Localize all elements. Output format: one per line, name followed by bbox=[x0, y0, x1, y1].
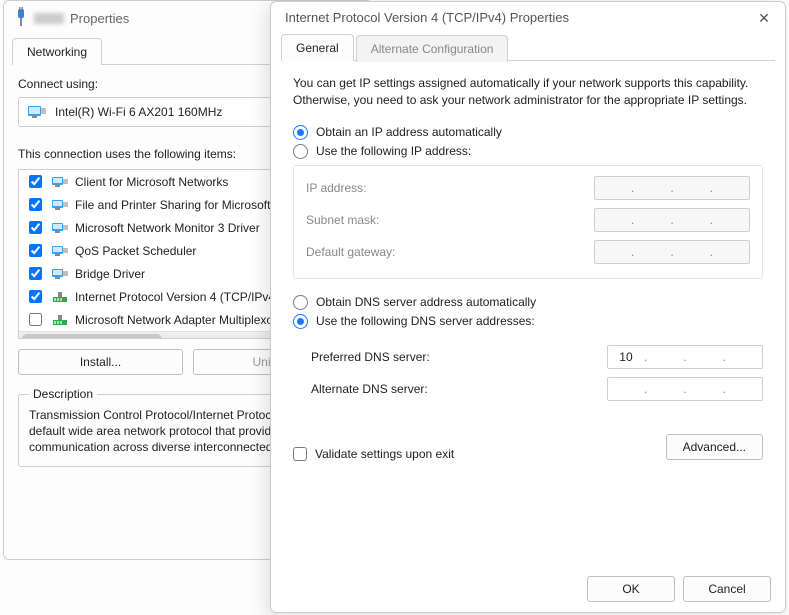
alternate-dns-label: Alternate DNS server: bbox=[311, 382, 428, 396]
subnet-mask-field: ... bbox=[594, 208, 750, 232]
subnet-mask-label: Subnet mask: bbox=[306, 213, 379, 227]
list-item-label: Microsoft Network Monitor 3 Driver bbox=[75, 221, 260, 235]
radio-ip-auto[interactable]: Obtain an IP address automatically bbox=[293, 123, 763, 142]
validate-settings-label: Validate settings upon exit bbox=[315, 447, 454, 461]
close-icon[interactable]: ✕ bbox=[757, 11, 771, 25]
list-item-label: QoS Packet Scheduler bbox=[75, 244, 196, 258]
radio-dns-manual[interactable]: Use the following DNS server addresses: bbox=[293, 312, 763, 331]
network-service-icon bbox=[51, 244, 69, 258]
tab-general[interactable]: General bbox=[281, 34, 354, 61]
tab-networking[interactable]: Networking bbox=[12, 38, 102, 65]
list-item-label: Client for Microsoft Networks bbox=[75, 175, 228, 189]
radio-dns-manual-label: Use the following DNS server addresses: bbox=[316, 314, 535, 328]
item-checkbox[interactable] bbox=[29, 313, 42, 326]
network-service-icon bbox=[51, 198, 69, 212]
list-item-label: Bridge Driver bbox=[75, 267, 145, 281]
item-checkbox[interactable] bbox=[29, 267, 42, 280]
cancel-button[interactable]: Cancel bbox=[683, 576, 771, 602]
item-checkbox[interactable] bbox=[29, 175, 42, 188]
radio-icon bbox=[293, 314, 308, 329]
ipv4-properties-window: Internet Protocol Version 4 (TCP/IPv4) P… bbox=[270, 1, 786, 613]
ok-button[interactable]: OK bbox=[587, 576, 675, 602]
child-window-title: Internet Protocol Version 4 (TCP/IPv4) P… bbox=[285, 10, 569, 25]
window-title-suffix: Properties bbox=[70, 11, 129, 26]
adapter-name-redacted bbox=[34, 13, 64, 24]
network-service-icon bbox=[51, 267, 69, 281]
list-item-label: Internet Protocol Version 4 (TCP/IPv4) bbox=[75, 290, 279, 304]
protocol-icon bbox=[51, 313, 69, 327]
radio-icon bbox=[293, 125, 308, 140]
preferred-dns-label: Preferred DNS server: bbox=[311, 350, 430, 364]
checkbox-icon bbox=[293, 447, 307, 461]
radio-dns-auto-label: Obtain DNS server address automatically bbox=[316, 295, 536, 309]
protocol-icon bbox=[51, 290, 69, 304]
tab-alternate-configuration[interactable]: Alternate Configuration bbox=[356, 35, 509, 62]
item-checkbox[interactable] bbox=[29, 290, 42, 303]
description-legend: Description bbox=[29, 387, 97, 401]
item-checkbox[interactable] bbox=[29, 198, 42, 211]
network-plug-icon bbox=[14, 7, 28, 29]
radio-icon bbox=[293, 295, 308, 310]
radio-ip-auto-label: Obtain an IP address automatically bbox=[316, 125, 502, 139]
radio-ip-manual[interactable]: Use the following IP address: bbox=[293, 142, 763, 161]
item-checkbox[interactable] bbox=[29, 221, 42, 234]
adapter-icon bbox=[27, 104, 47, 120]
ip-address-label: IP address: bbox=[306, 181, 366, 195]
intro-text: You can get IP settings assigned automat… bbox=[293, 75, 763, 109]
radio-icon bbox=[293, 144, 308, 159]
network-service-icon bbox=[51, 221, 69, 235]
radio-dns-auto[interactable]: Obtain DNS server address automatically bbox=[293, 293, 763, 312]
install-button[interactable]: Install... bbox=[18, 349, 183, 375]
ip-address-field: ... bbox=[594, 176, 750, 200]
item-checkbox[interactable] bbox=[29, 244, 42, 257]
child-tabstrip: General Alternate Configuration bbox=[281, 33, 775, 61]
adapter-name: Intel(R) Wi-Fi 6 AX201 160MHz bbox=[55, 105, 222, 119]
radio-ip-manual-label: Use the following IP address: bbox=[316, 144, 471, 158]
preferred-dns-field[interactable]: 10... bbox=[607, 345, 763, 369]
default-gateway-label: Default gateway: bbox=[306, 245, 395, 259]
child-titlebar: Internet Protocol Version 4 (TCP/IPv4) P… bbox=[271, 2, 785, 31]
alternate-dns-field[interactable]: ... bbox=[607, 377, 763, 401]
network-service-icon bbox=[51, 175, 69, 189]
default-gateway-field: ... bbox=[594, 240, 750, 264]
advanced-button[interactable]: Advanced... bbox=[666, 434, 763, 460]
validate-settings-checkbox[interactable]: Validate settings upon exit bbox=[293, 447, 454, 461]
